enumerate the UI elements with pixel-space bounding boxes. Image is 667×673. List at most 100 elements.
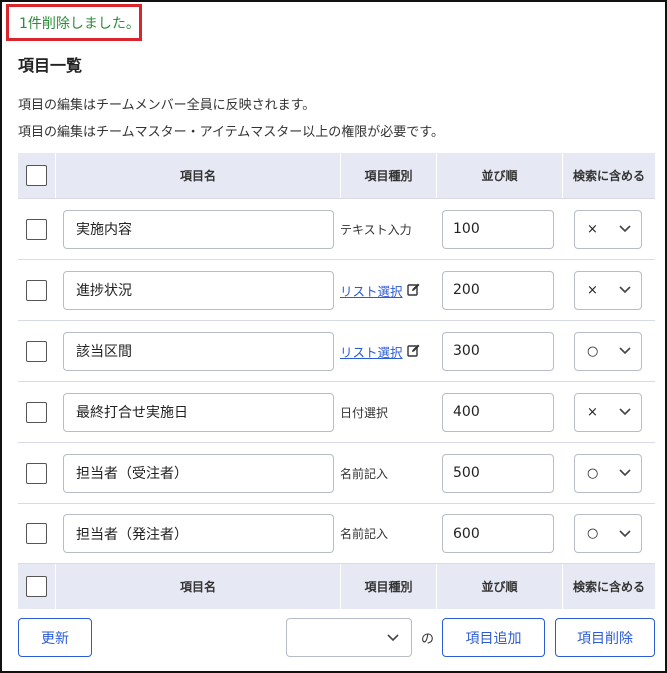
search-include-select[interactable]: ○ (574, 453, 642, 493)
type-wrapper: 名前記入 (340, 525, 436, 542)
refresh-button[interactable]: 更新 (18, 618, 92, 657)
name-cell: 最終打合せ実施日 (55, 392, 340, 432)
chevron-down-icon (619, 408, 631, 416)
select-all-checkbox-top[interactable] (26, 165, 47, 186)
type-wrapper: リスト選択 (340, 342, 436, 361)
search-cell: ○ (562, 514, 655, 553)
row-checkbox-cell (18, 218, 55, 240)
edit-icon[interactable] (406, 343, 421, 357)
name-cell: 該当区間 (55, 331, 340, 371)
search-include-value: ○ (587, 465, 599, 481)
type-link[interactable]: リスト選択 (340, 284, 403, 299)
row-checkbox-cell (18, 279, 55, 301)
search-include-value: ○ (587, 343, 599, 359)
chevron-down-icon (619, 225, 631, 233)
type-wrapper: 日付選択 (340, 404, 436, 421)
type-cell: 日付選択 (340, 404, 436, 421)
search-include-select[interactable]: × (574, 270, 642, 310)
edit-icon[interactable] (406, 282, 421, 296)
description-line-2: 項目の編集はチームマスター・アイテムマスター以上の権限が必要です。 (18, 125, 445, 140)
search-include-value: × (587, 221, 598, 237)
item-name-input[interactable]: 実施内容 (63, 209, 334, 249)
header-order: 並び順 (436, 564, 562, 609)
select-all-checkbox-bottom[interactable] (26, 576, 47, 597)
order-cell: 200 (436, 270, 562, 310)
delete-item-button[interactable]: 項目削除 (555, 618, 655, 657)
order-cell: 500 (436, 453, 562, 493)
page-frame: 1件削除しました。 項目一覧 項目の編集はチームメンバー全員に反映されます。 項… (0, 0, 667, 673)
search-cell: × (562, 209, 655, 249)
order-input[interactable]: 200 (442, 270, 554, 310)
chevron-down-icon (619, 286, 631, 294)
name-cell: 実施内容 (55, 209, 340, 249)
order-cell: 100 (436, 209, 562, 249)
order-input[interactable]: 400 (442, 392, 554, 432)
item-name-input[interactable]: 進捗状況 (63, 270, 334, 310)
chevron-down-icon (619, 529, 631, 537)
position-suffix-label: の (421, 632, 435, 647)
items-table: 項目名 項目種別 並び順 検索に含める 実施内容 テキスト入力 100 × 進捗状況 リス… (18, 153, 655, 609)
order-cell: 600 (436, 514, 562, 553)
insert-position-select[interactable] (286, 618, 412, 657)
row-checkbox-cell (18, 340, 55, 362)
order-cell: 300 (436, 331, 562, 371)
search-cell: ○ (562, 331, 655, 371)
item-name-input[interactable]: 該当区間 (63, 331, 334, 371)
row-checkbox[interactable] (26, 462, 47, 484)
search-include-value: × (587, 282, 598, 298)
page-title: 項目一覧 (18, 56, 83, 75)
table-row: 担当者（発注者） 名前記入 600 ○ (18, 503, 655, 564)
header-checkbox-cell (18, 153, 55, 198)
flash-message: 1件削除しました。 (6, 4, 142, 41)
type-wrapper: テキスト入力 (340, 221, 436, 238)
type-cell: テキスト入力 (340, 221, 436, 238)
header-search: 検索に含める (562, 564, 655, 609)
header-name: 項目名 (55, 564, 340, 609)
chevron-down-icon (619, 347, 631, 355)
row-checkbox[interactable] (26, 218, 47, 240)
table-row: 実施内容 テキスト入力 100 × (18, 198, 655, 259)
row-checkbox[interactable] (26, 523, 47, 544)
order-input[interactable]: 100 (442, 209, 554, 249)
search-cell: × (562, 270, 655, 310)
item-name-input[interactable]: 担当者（受注者） (63, 453, 334, 493)
table-header-top: 項目名 項目種別 並び順 検索に含める (18, 153, 655, 198)
search-include-select[interactable]: × (574, 209, 642, 249)
type-cell: 名前記入 (340, 465, 436, 482)
header-type: 項目種別 (340, 564, 436, 609)
order-cell: 400 (436, 392, 562, 432)
name-cell: 担当者（受注者） (55, 453, 340, 493)
row-checkbox-cell (18, 523, 55, 544)
description-line-1: 項目の編集はチームメンバー全員に反映されます。 (18, 98, 316, 113)
item-name-input[interactable]: 最終打合せ実施日 (63, 392, 334, 432)
type-cell: リスト選択 (340, 342, 436, 361)
type-label: 日付選択 (340, 405, 389, 420)
type-label: 名前記入 (340, 527, 389, 541)
row-checkbox[interactable] (26, 340, 47, 362)
order-input[interactable]: 500 (442, 453, 554, 493)
row-checkbox[interactable] (26, 401, 47, 423)
search-include-select[interactable]: ○ (574, 514, 642, 553)
add-item-button[interactable]: 項目追加 (442, 618, 545, 657)
search-include-select[interactable]: ○ (574, 331, 642, 371)
header-search: 検索に含める (562, 153, 655, 198)
search-include-value: × (587, 404, 598, 420)
type-cell: 名前記入 (340, 525, 436, 542)
name-cell: 担当者（発注者） (55, 514, 340, 553)
type-cell: リスト選択 (340, 281, 436, 300)
search-cell: × (562, 392, 655, 432)
table-row: 担当者（受注者） 名前記入 500 ○ (18, 442, 655, 503)
table-row: 該当区間 リスト選択 300 ○ (18, 320, 655, 381)
order-input[interactable]: 600 (442, 514, 554, 553)
type-label: 名前記入 (340, 466, 389, 481)
order-input[interactable]: 300 (442, 331, 554, 371)
header-order: 並び順 (436, 153, 562, 198)
chevron-down-icon (387, 633, 399, 641)
search-cell: ○ (562, 453, 655, 493)
search-include-select[interactable]: × (574, 392, 642, 432)
table-header-bottom: 項目名 項目種別 並び順 検索に含める (18, 564, 655, 609)
item-name-input[interactable]: 担当者（発注者） (63, 514, 334, 553)
row-checkbox-cell (18, 401, 55, 423)
row-checkbox[interactable] (26, 279, 47, 301)
type-link[interactable]: リスト選択 (340, 345, 403, 360)
